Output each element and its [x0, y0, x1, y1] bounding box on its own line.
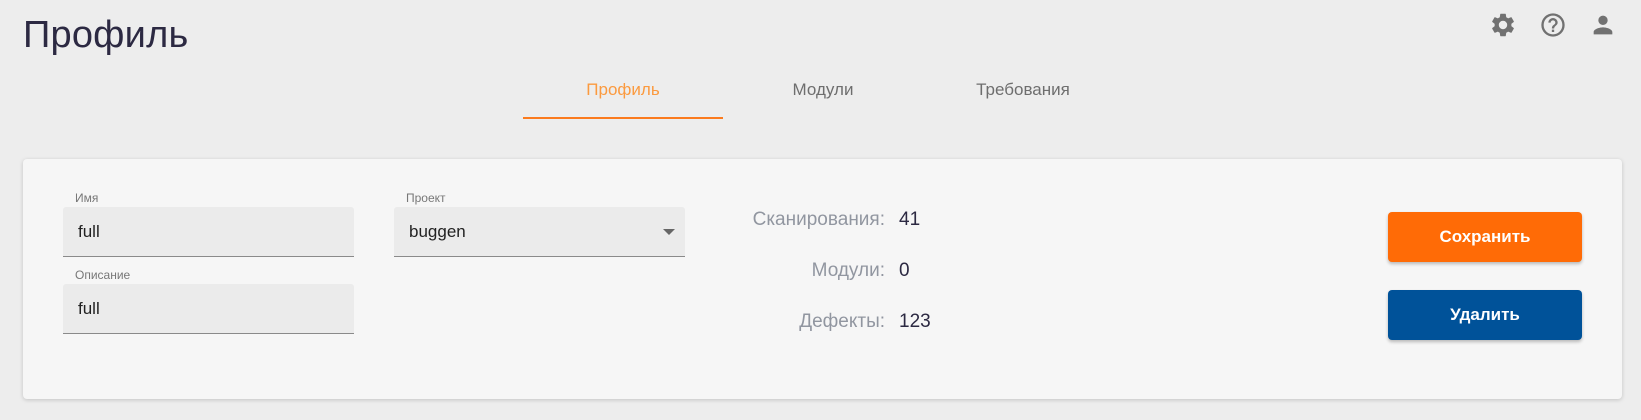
chevron-down-icon	[663, 229, 675, 235]
name-field-label: Имя	[75, 191, 99, 205]
stat-scans-value: 41	[899, 209, 921, 230]
project-select[interactable]: buggen	[394, 207, 685, 257]
gear-icon[interactable]	[1489, 11, 1517, 39]
name-field-group: Имя full	[63, 191, 354, 257]
profile-card: Имя full Описание full Проект buggen Ска…	[23, 159, 1622, 399]
stat-modules-label: Модули:	[811, 260, 885, 281]
page-title: Профиль	[23, 14, 189, 56]
name-field[interactable]: full	[63, 207, 354, 257]
project-select-group: Проект buggen	[394, 191, 685, 257]
stats-panel: Сканирования: 41 Модули: 0 Дефекты: 123	[723, 209, 931, 362]
description-field-label: Описание	[75, 268, 131, 282]
delete-button[interactable]: Удалить	[1388, 290, 1582, 340]
name-field-value: full	[78, 221, 100, 241]
stat-defects: Дефекты: 123	[723, 311, 931, 362]
stat-defects-label: Дефекты:	[799, 311, 885, 332]
description-field-group: Описание full	[63, 268, 354, 334]
save-button[interactable]: Сохранить	[1388, 212, 1582, 262]
tab-profile[interactable]: Профиль	[523, 68, 723, 119]
tab-modules[interactable]: Модули	[723, 68, 923, 119]
stat-modules-value: 0	[899, 260, 910, 281]
header-icons	[1489, 11, 1617, 39]
tab-requirements[interactable]: Требования	[923, 68, 1123, 119]
project-select-label: Проект	[406, 191, 446, 205]
description-field-value: full	[78, 298, 100, 318]
stat-defects-value: 123	[899, 311, 931, 332]
stat-scans: Сканирования: 41	[723, 209, 931, 260]
stat-scans-label: Сканирования:	[752, 209, 885, 230]
help-icon[interactable]	[1539, 11, 1567, 39]
tab-bar: Профиль Модули Требования	[523, 68, 1123, 119]
project-select-value: buggen	[409, 221, 466, 241]
description-field[interactable]: full	[63, 284, 354, 334]
stat-modules: Модули: 0	[723, 260, 931, 311]
user-icon[interactable]	[1589, 11, 1617, 39]
